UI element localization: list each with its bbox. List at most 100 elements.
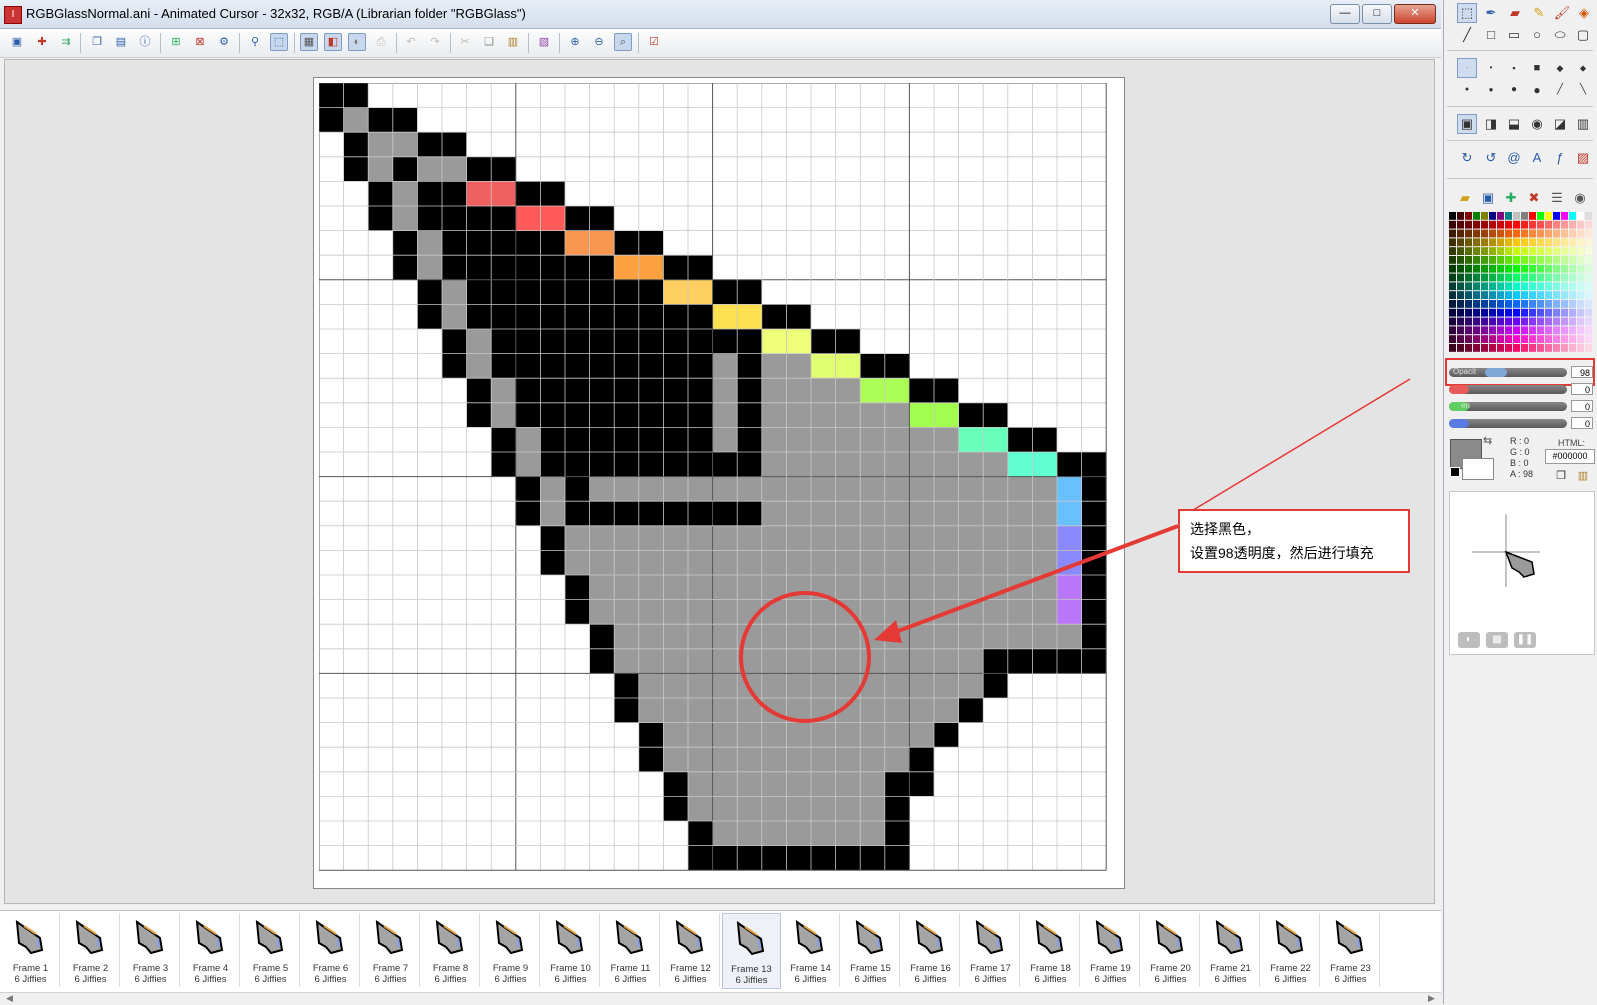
palette-swatch[interactable] <box>1497 308 1504 317</box>
pixel[interactable] <box>466 550 492 576</box>
pixel[interactable] <box>491 771 516 797</box>
pixel[interactable] <box>688 132 713 157</box>
pixel[interactable] <box>884 845 910 871</box>
pixel[interactable] <box>466 83 492 108</box>
pixel[interactable] <box>1057 452 1082 477</box>
pixel[interactable] <box>934 132 959 157</box>
pixel[interactable] <box>368 550 393 576</box>
pixel[interactable] <box>319 771 344 797</box>
pixel[interactable] <box>565 845 590 871</box>
palette-swatch[interactable] <box>1569 291 1576 299</box>
pixel[interactable] <box>343 156 369 182</box>
pixel[interactable] <box>638 599 664 625</box>
pixel[interactable] <box>1007 845 1033 871</box>
pixel[interactable] <box>786 624 812 649</box>
test-cursor-icon[interactable]: ☑ <box>645 33 663 51</box>
pixel[interactable] <box>1057 845 1082 871</box>
palette-swatch[interactable] <box>1497 229 1504 238</box>
pixel[interactable] <box>343 427 369 453</box>
palette-swatch[interactable] <box>1529 220 1536 229</box>
pixel[interactable] <box>786 722 812 748</box>
pixel[interactable] <box>442 279 467 305</box>
pixel[interactable] <box>614 378 639 403</box>
pixel[interactable] <box>811 427 836 453</box>
pixel[interactable] <box>540 378 566 403</box>
pixel[interactable] <box>909 747 935 772</box>
pixel[interactable] <box>565 599 590 625</box>
pixel[interactable] <box>712 796 738 822</box>
palette-swatch[interactable] <box>1465 229 1472 238</box>
pixel[interactable] <box>1007 132 1033 157</box>
pixel[interactable] <box>417 550 443 576</box>
pixel[interactable] <box>392 698 418 723</box>
pixel[interactable] <box>540 845 566 871</box>
palette-swatch[interactable] <box>1513 308 1520 317</box>
palette-swatch[interactable] <box>1521 212 1528 220</box>
redo-icon[interactable]: ↷ <box>426 33 444 51</box>
pixel[interactable] <box>589 476 615 502</box>
pixel[interactable] <box>368 722 393 748</box>
pixel[interactable] <box>835 648 861 674</box>
palette-swatch[interactable] <box>1521 335 1528 343</box>
pixel[interactable] <box>712 845 738 871</box>
pixel[interactable] <box>540 575 566 600</box>
pixel[interactable] <box>811 402 836 428</box>
palette-swatch[interactable] <box>1489 317 1496 326</box>
pixel[interactable] <box>884 722 910 748</box>
pixel[interactable] <box>565 698 590 723</box>
pixel[interactable] <box>466 624 492 649</box>
pixel[interactable] <box>565 476 590 502</box>
pixel[interactable] <box>712 230 738 256</box>
pixel[interactable] <box>983 845 1008 871</box>
save-icon[interactable]: ▣ <box>8 33 26 51</box>
pixel[interactable] <box>811 132 836 157</box>
palette-swatch[interactable] <box>1529 335 1536 343</box>
pixel[interactable] <box>442 181 467 207</box>
pixel[interactable] <box>417 476 443 502</box>
pixel[interactable] <box>761 476 787 502</box>
pixel[interactable] <box>368 698 393 723</box>
pixel[interactable] <box>1081 378 1107 403</box>
pixel[interactable] <box>761 501 787 526</box>
palette-swatch[interactable] <box>1561 335 1568 343</box>
pixel[interactable] <box>343 845 369 871</box>
pixel[interactable] <box>466 230 492 256</box>
palette-swatch[interactable] <box>1577 291 1584 299</box>
pixel[interactable] <box>1081 156 1107 182</box>
pixel[interactable] <box>540 722 566 748</box>
pixel[interactable] <box>638 107 664 133</box>
pixel[interactable] <box>712 525 738 551</box>
pixel[interactable] <box>786 353 812 379</box>
pixel[interactable] <box>860 624 885 649</box>
pixel[interactable] <box>368 796 393 822</box>
pixel[interactable] <box>934 279 959 305</box>
green-value[interactable]: 0 <box>1571 400 1593 412</box>
pixel[interactable] <box>1081 427 1107 453</box>
pixel[interactable] <box>1007 821 1033 846</box>
pixel[interactable] <box>540 83 566 108</box>
pixel[interactable] <box>737 673 762 699</box>
pixel[interactable] <box>392 796 418 822</box>
pixel[interactable] <box>638 845 664 871</box>
pixel[interactable] <box>884 476 910 502</box>
palette-swatch[interactable] <box>1489 300 1496 308</box>
frame-thumbnail[interactable]: Frame 13 6 Jiffies <box>722 913 781 989</box>
pixel[interactable] <box>638 206 664 231</box>
pixel[interactable] <box>466 181 492 207</box>
pixel[interactable] <box>958 156 984 182</box>
palette-swatch[interactable] <box>1513 317 1520 326</box>
palette-swatch[interactable] <box>1473 308 1480 317</box>
pixel[interactable] <box>688 550 713 576</box>
pixel[interactable] <box>491 575 516 600</box>
maximize-button[interactable]: □ <box>1362 4 1392 24</box>
pixel[interactable] <box>958 353 984 379</box>
pixel[interactable] <box>884 255 910 280</box>
pixel[interactable] <box>638 255 664 280</box>
pixel[interactable] <box>1032 845 1058 871</box>
pixel[interactable] <box>786 402 812 428</box>
frame-thumbnail[interactable]: Frame 46 Jiffies <box>182 913 240 987</box>
pixel[interactable] <box>688 206 713 231</box>
ellipse-tool-icon[interactable]: ○ <box>1527 25 1547 45</box>
pixel[interactable] <box>392 378 418 403</box>
copy-color-icon[interactable]: ❐ <box>1551 466 1571 486</box>
